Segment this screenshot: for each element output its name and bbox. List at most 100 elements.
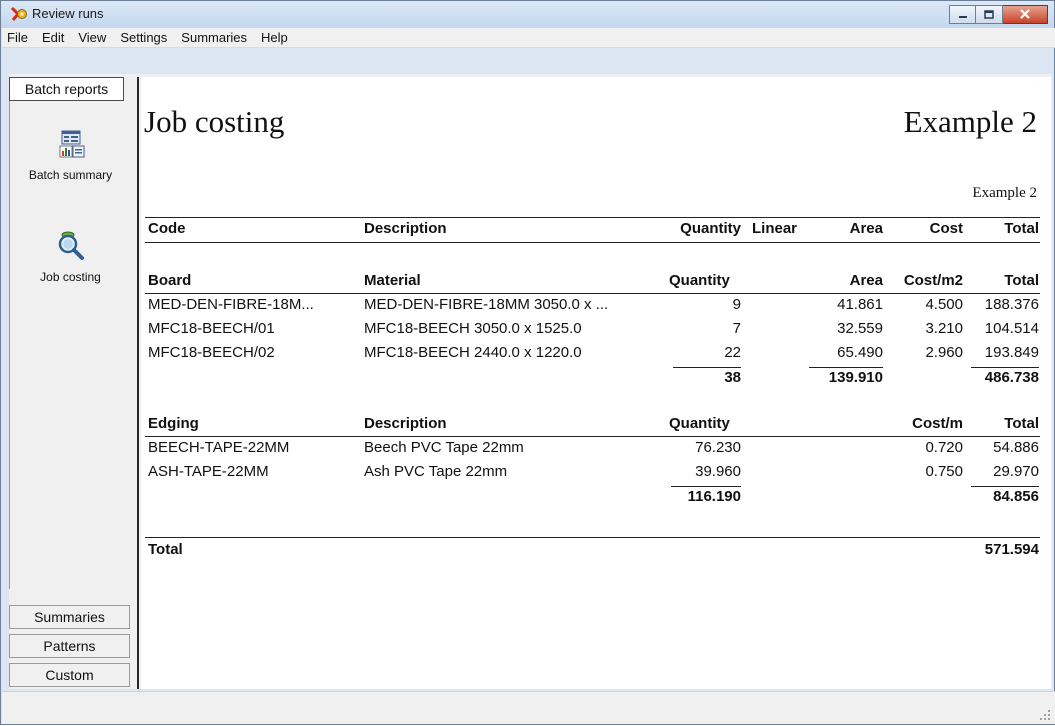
report-name: Example 2: [903, 104, 1037, 139]
minimize-button[interactable]: [949, 5, 976, 24]
board-description: MFC18-BEECH 2440.0 x 1220.0: [364, 344, 582, 361]
grand-total-value: 571.594: [984, 541, 1039, 558]
tab-batch-reports[interactable]: Batch reports: [9, 77, 124, 101]
board-header-rule: [145, 293, 1040, 294]
menu-settings[interactable]: Settings: [113, 30, 174, 45]
edging-quantity-sum-rule: [671, 486, 741, 487]
edging-description: Ash PVC Tape 22mm: [364, 463, 508, 480]
edging-header-cost: Cost/m: [912, 415, 963, 432]
header-bottom-rule: [145, 242, 1040, 243]
board-code: MED-DEN-FIBRE-18M...: [148, 296, 314, 313]
batch-summary-icon: [10, 129, 131, 162]
edging-description: Beech PVC Tape 22mm: [364, 439, 524, 456]
board-total-total: 486.738: [984, 369, 1039, 386]
board-header-cost: Cost/m2: [903, 272, 963, 289]
board-total: 188.376: [984, 296, 1039, 313]
board-description: MED-DEN-FIBRE-18MM 3050.0 x ...: [364, 296, 609, 313]
board-header-area: Area: [849, 272, 883, 289]
status-bar: [2, 691, 1055, 724]
board-header-description: Material: [364, 272, 421, 289]
tab-patterns[interactable]: Patterns: [9, 634, 130, 658]
edging-total: 54.886: [993, 439, 1039, 456]
board-code: MFC18-BEECH/01: [148, 320, 275, 337]
close-button[interactable]: [1003, 5, 1048, 24]
tab-custom[interactable]: Custom: [9, 663, 130, 687]
report-view: Job costing Example 2 Example 2 Code Des…: [141, 77, 1051, 689]
col-header-code: Code: [148, 220, 186, 237]
job-costing-icon: [10, 229, 131, 264]
menu-file[interactable]: File: [2, 30, 35, 45]
board-quantity: 9: [732, 296, 741, 313]
sidebar-item-job-costing[interactable]: Job costing: [10, 229, 131, 284]
board-header-code: Board: [148, 272, 192, 289]
col-header-cost: Cost: [929, 220, 963, 237]
edging-header-code: Edging: [148, 415, 199, 432]
report-title: Job costing: [144, 104, 285, 139]
board-header-quantity: Quantity: [669, 272, 730, 289]
menu-bar: File Edit View Settings Summaries Help: [2, 28, 1055, 48]
edging-header-quantity: Quantity: [669, 415, 730, 432]
board-total-quantity: 38: [724, 369, 741, 386]
sidebar-panel: Batch summary Job costing: [9, 101, 130, 589]
edging-quantity: 39.960: [695, 463, 741, 480]
board-total-sum-rule: [971, 367, 1039, 368]
menu-edit[interactable]: Edit: [35, 30, 71, 45]
board-cost: 4.500: [925, 296, 963, 313]
menu-help[interactable]: Help: [254, 30, 295, 45]
sidebar: Batch reports Batch summary Job costing …: [9, 77, 132, 689]
grand-total-rule: [145, 537, 1040, 538]
tab-summaries[interactable]: Summaries: [9, 605, 130, 629]
caption-buttons: [949, 5, 1048, 24]
col-header-description: Description: [364, 220, 447, 237]
board-area: 65.490: [837, 344, 883, 361]
col-header-linear: Linear: [752, 220, 798, 237]
resize-grip-icon[interactable]: [1039, 708, 1051, 720]
edging-code: ASH-TAPE-22MM: [148, 463, 269, 480]
edging-cost: 0.720: [925, 439, 963, 456]
board-quantity: 22: [724, 344, 741, 361]
board-area: 32.559: [837, 320, 883, 337]
col-header-area: Area: [849, 220, 883, 237]
edging-cost: 0.750: [925, 463, 963, 480]
window-title: Review runs: [32, 6, 104, 21]
sidebar-item-batch-summary[interactable]: Batch summary: [10, 129, 131, 182]
edging-total-sum-rule: [971, 486, 1039, 487]
grand-total-label: Total: [148, 541, 183, 558]
header-top-rule: [145, 217, 1040, 218]
col-header-total: Total: [1004, 220, 1039, 237]
edging-header-total: Total: [1004, 415, 1039, 432]
edging-quantity: 76.230: [695, 439, 741, 456]
sidebar-item-label: Batch summary: [28, 168, 113, 182]
board-quantity: 7: [732, 320, 741, 337]
board-code: MFC18-BEECH/02: [148, 344, 275, 361]
edging-total: 29.970: [993, 463, 1039, 480]
maximize-icon: [984, 6, 994, 24]
app-window: Review runs File Edit View Settings Summ…: [0, 0, 1055, 725]
minimize-icon: [958, 6, 968, 24]
edging-header-rule: [145, 436, 1040, 437]
board-total: 104.514: [984, 320, 1039, 337]
board-total-area: 139.910: [828, 369, 883, 386]
board-cost: 3.210: [925, 320, 963, 337]
edging-code: BEECH-TAPE-22MM: [148, 439, 290, 456]
board-cost: 2.960: [925, 344, 963, 361]
board-total: 193.849: [984, 344, 1039, 361]
edging-header-description: Description: [364, 415, 447, 432]
menu-summaries[interactable]: Summaries: [174, 30, 254, 45]
report-subname: Example 2: [972, 185, 1037, 201]
col-header-quantity: Quantity: [680, 220, 741, 237]
sidebar-item-label: Job costing: [40, 270, 101, 284]
edging-total-quantity: 116.190: [687, 488, 741, 505]
board-area-sum-rule: [809, 367, 883, 368]
board-description: MFC18-BEECH 3050.0 x 1525.0: [364, 320, 582, 337]
gear-wrench-icon: [10, 6, 28, 22]
edging-total-total: 84.856: [993, 488, 1039, 505]
maximize-button[interactable]: [976, 5, 1003, 24]
board-header-total: Total: [1004, 272, 1039, 289]
close-icon: [1019, 6, 1031, 24]
title-bar[interactable]: Review runs: [1, 1, 1054, 28]
splitter[interactable]: [134, 77, 139, 689]
menu-view[interactable]: View: [71, 30, 113, 45]
board-quantity-sum-rule: [673, 367, 741, 368]
board-area: 41.861: [837, 296, 883, 313]
